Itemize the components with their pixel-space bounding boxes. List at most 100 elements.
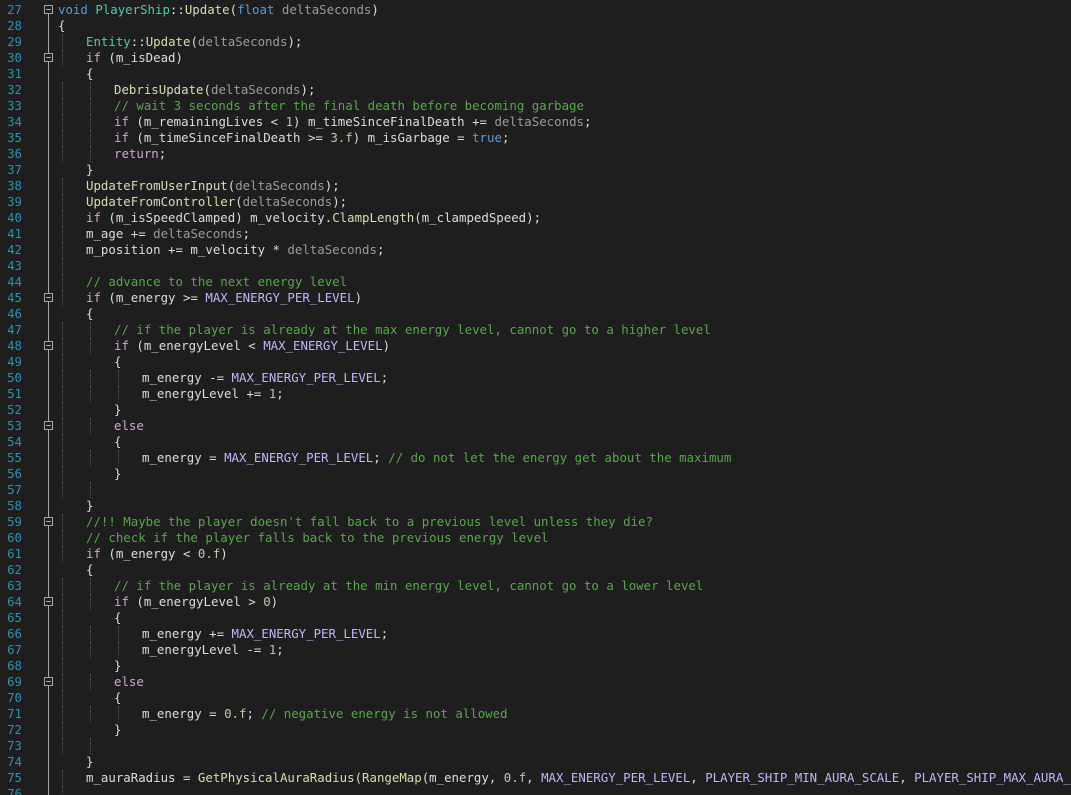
code-line[interactable]: 62 { bbox=[0, 562, 1071, 578]
code-line[interactable]: 38 UpdateFromUserInput(deltaSeconds); bbox=[0, 178, 1071, 194]
code-text: { bbox=[86, 306, 93, 322]
code-line[interactable]: 53 else bbox=[0, 418, 1071, 434]
collapse-icon[interactable] bbox=[44, 341, 53, 350]
code-line[interactable]: 70 { bbox=[0, 690, 1071, 706]
code-line[interactable]: 50 m_energy -= MAX_ENERGY_PER_LEVEL; bbox=[0, 370, 1071, 386]
code-token: m_energy -= bbox=[142, 370, 232, 385]
code-line[interactable]: 65 { bbox=[0, 610, 1071, 626]
indent-guide bbox=[90, 706, 91, 722]
code-line[interactable]: 30 if (m_isDead) bbox=[0, 50, 1071, 66]
code-line[interactable]: 59 //!! Maybe the player doesn't fall bac… bbox=[0, 514, 1071, 530]
code-text: m_energy = 0.f; // negative energy is no… bbox=[142, 706, 508, 722]
line-number: 66 bbox=[7, 626, 22, 641]
indent-guide bbox=[62, 642, 63, 658]
code-line[interactable]: 52} bbox=[0, 402, 1071, 418]
code-line[interactable]: 63 // if the player is already at the min… bbox=[0, 578, 1071, 594]
code-line[interactable]: 33 // wait 3 seconds after the final deat… bbox=[0, 98, 1071, 114]
indent-guide bbox=[62, 578, 63, 594]
code-line[interactable]: 28 { bbox=[0, 18, 1071, 34]
code-line[interactable]: 27 void PlayerShip::Update(float deltaSec… bbox=[0, 2, 1071, 18]
code-line[interactable]: 43 bbox=[0, 258, 1071, 274]
code-line[interactable]: 51 m_energyLevel += 1; bbox=[0, 386, 1071, 402]
code-line[interactable]: 56} bbox=[0, 466, 1071, 482]
code-token: ; bbox=[158, 146, 167, 161]
code-line[interactable]: 46 { bbox=[0, 306, 1071, 322]
code-token: UpdateFromController bbox=[86, 194, 236, 209]
indent-guide bbox=[90, 642, 91, 658]
code-line[interactable]: 34 if (m_remainingLives < 1) m_timeSinceF… bbox=[0, 114, 1071, 130]
code-line[interactable]: 36 return; bbox=[0, 146, 1071, 162]
code-line[interactable]: 41 m_age += deltaSeconds; bbox=[0, 226, 1071, 242]
code-line[interactable]: 42 m_position += m_velocity * deltaSecond… bbox=[0, 242, 1071, 258]
code-line[interactable]: 64 if (m_energyLevel > 0) bbox=[0, 594, 1071, 610]
code-token: ; bbox=[501, 130, 510, 145]
indent-guide bbox=[90, 578, 91, 594]
indent-guide bbox=[90, 82, 91, 98]
code-line[interactable]: 57 bbox=[0, 482, 1071, 498]
code-token: (m_energy >= bbox=[100, 290, 206, 305]
code-token: ) m_timeSinceFinalDeath += bbox=[293, 114, 495, 129]
code-token: deltaSeconds bbox=[287, 242, 377, 257]
code-line[interactable]: 47 // if the player is already at the max… bbox=[0, 322, 1071, 338]
code-token: // do not let the energy get about the m… bbox=[388, 450, 732, 465]
indent-guide bbox=[62, 146, 63, 162]
code-text: m_energy = MAX_ENERGY_PER_LEVEL; // do n… bbox=[142, 450, 731, 466]
code-line[interactable]: 67 m_energyLevel -= 1; bbox=[0, 642, 1071, 658]
code-line[interactable]: 45 if (m_energy >= MAX_ENERGY_PER_LEVEL) bbox=[0, 290, 1071, 306]
code-text: } bbox=[114, 466, 121, 482]
code-line[interactable]: 55 m_energy = MAX_ENERGY_PER_LEVEL; // do… bbox=[0, 450, 1071, 466]
collapse-icon[interactable] bbox=[44, 517, 53, 526]
line-number: 39 bbox=[7, 194, 22, 209]
code-text: if (m_isDead) bbox=[86, 50, 183, 66]
code-token: ) bbox=[382, 338, 391, 353]
code-line[interactable]: 29 Entity::Update(deltaSeconds); bbox=[0, 34, 1071, 50]
code-text: else bbox=[114, 418, 144, 434]
collapse-icon[interactable] bbox=[44, 53, 53, 62]
code-line[interactable]: 71 m_energy = 0.f; // negative energy is … bbox=[0, 706, 1071, 722]
code-line[interactable]: 61 if (m_energy < 0.f) bbox=[0, 546, 1071, 562]
code-token: if bbox=[86, 50, 101, 65]
line-number: 57 bbox=[7, 482, 22, 497]
code-text: m_energyLevel -= 1; bbox=[142, 642, 284, 658]
collapse-icon[interactable] bbox=[44, 5, 53, 14]
code-line[interactable]: 39 UpdateFromController(deltaSeconds); bbox=[0, 194, 1071, 210]
code-token: deltaSeconds bbox=[494, 114, 584, 129]
code-token: { bbox=[86, 306, 94, 321]
code-line[interactable]: 73 bbox=[0, 738, 1071, 754]
code-line[interactable]: 72} bbox=[0, 722, 1071, 738]
code-line[interactable]: 66 m_energy += MAX_ENERGY_PER_LEVEL; bbox=[0, 626, 1071, 642]
code-token: ; bbox=[376, 242, 385, 257]
code-text: } bbox=[114, 402, 121, 418]
collapse-icon[interactable] bbox=[44, 677, 53, 686]
code-token: { bbox=[114, 610, 122, 625]
code-line[interactable]: 74} bbox=[0, 754, 1071, 770]
code-line[interactable]: 40 if (m_isSpeedClamped) m_velocity.Clamp… bbox=[0, 210, 1071, 226]
code-line[interactable]: 76 bbox=[0, 786, 1071, 795]
collapse-icon[interactable] bbox=[44, 597, 53, 606]
code-line[interactable]: 35 if (m_timeSinceFinalDeath >= 3.f) m_is… bbox=[0, 130, 1071, 146]
collapse-icon[interactable] bbox=[44, 293, 53, 302]
code-line[interactable]: 54 { bbox=[0, 434, 1071, 450]
code-line[interactable]: 75 m_auraRadius = GetPhysicalAuraRadius(R… bbox=[0, 770, 1071, 786]
code-token: (m_remainingLives < bbox=[128, 114, 286, 129]
code-line[interactable]: 60 // check if the player falls back to t… bbox=[0, 530, 1071, 546]
indent-guide bbox=[90, 146, 91, 162]
code-text: { bbox=[114, 690, 121, 706]
code-token: PlayerShip bbox=[95, 2, 170, 17]
code-line[interactable]: 48 if (m_energyLevel < MAX_ENERGY_LEVEL) bbox=[0, 338, 1071, 354]
code-line[interactable]: 37} bbox=[0, 162, 1071, 178]
code-line[interactable]: 32 DebrisUpdate(deltaSeconds); bbox=[0, 82, 1071, 98]
code-token: 3.f bbox=[330, 130, 353, 145]
code-token: ( bbox=[235, 194, 243, 209]
code-line[interactable]: 44 // advance to the next energy level bbox=[0, 274, 1071, 290]
code-line[interactable]: 58} bbox=[0, 498, 1071, 514]
line-number: 38 bbox=[7, 178, 22, 193]
code-line[interactable]: 68} bbox=[0, 658, 1071, 674]
code-line[interactable]: 49 { bbox=[0, 354, 1071, 370]
indent-guide bbox=[118, 706, 119, 722]
collapse-icon[interactable] bbox=[44, 421, 53, 430]
line-number: 63 bbox=[7, 578, 22, 593]
code-line[interactable]: 69 else bbox=[0, 674, 1071, 690]
code-editor[interactable]: 27 void PlayerShip::Update(float deltaSec… bbox=[0, 0, 1071, 795]
code-line[interactable]: 31 { bbox=[0, 66, 1071, 82]
